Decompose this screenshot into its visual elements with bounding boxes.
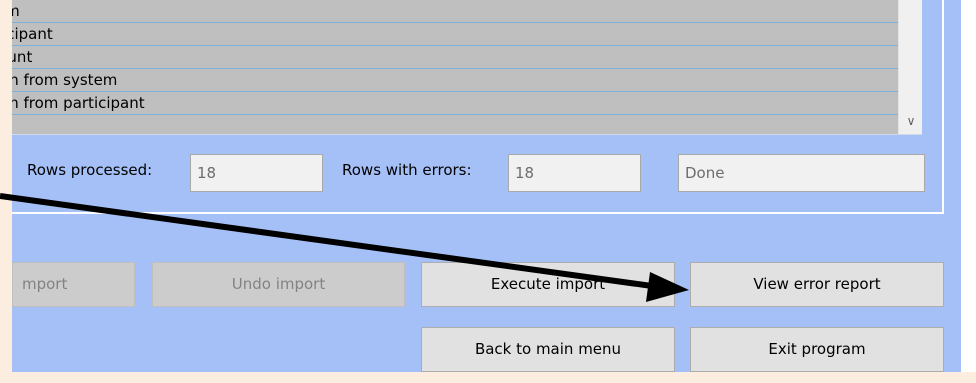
annotation-arrow (0, 193, 689, 302)
annotation-arrowhead (646, 272, 689, 302)
annotation-arrow-shaft (0, 193, 653, 289)
